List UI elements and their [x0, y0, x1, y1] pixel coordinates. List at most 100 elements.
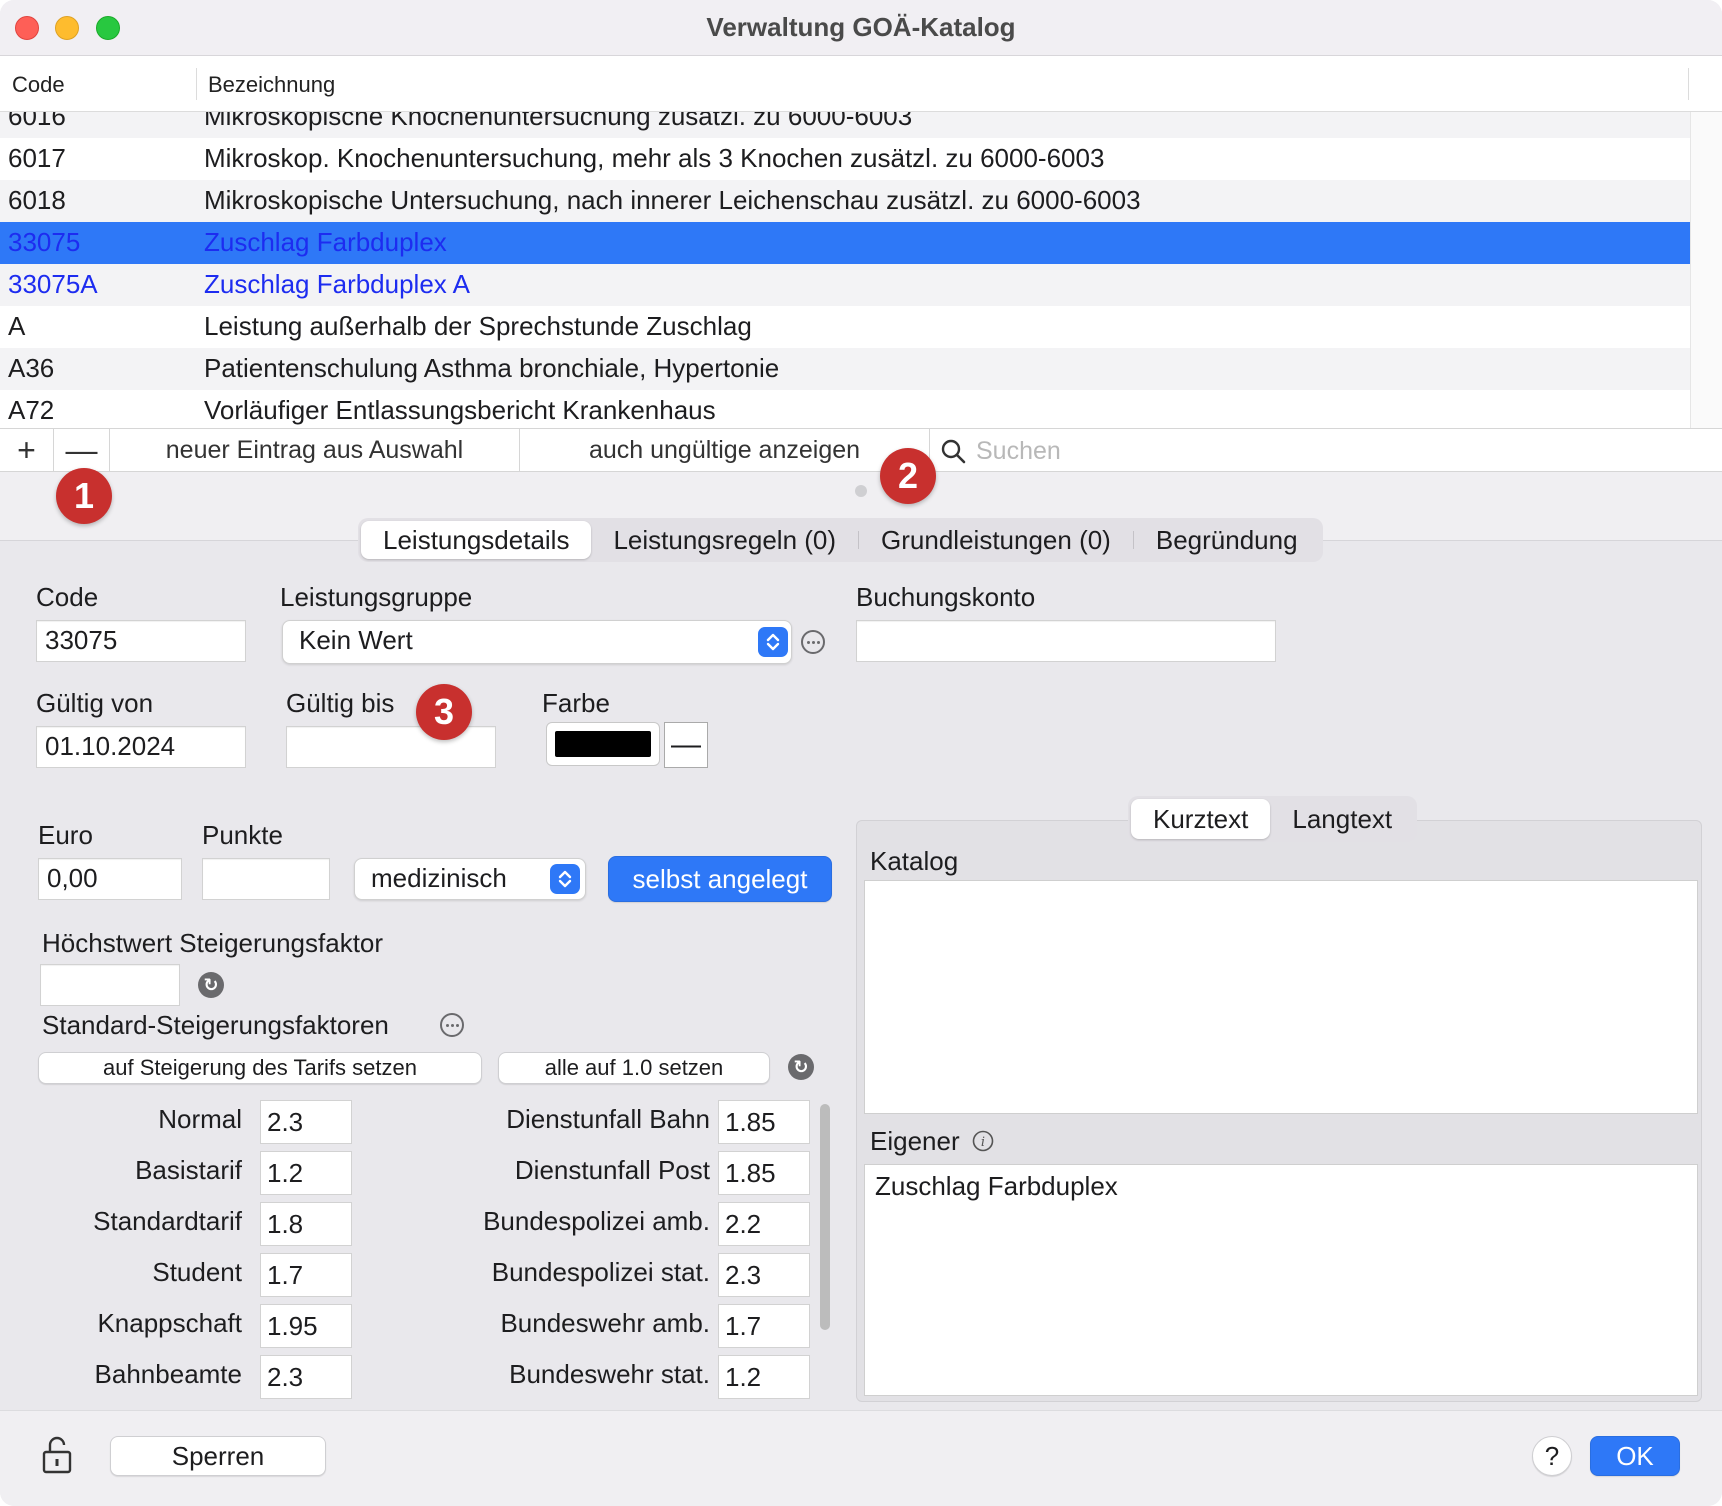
- factor-label: Bundeswehr amb.: [500, 1308, 710, 1338]
- cell-code: 33075A: [8, 269, 98, 299]
- color-well[interactable]: [546, 722, 660, 766]
- set-tariff-factors-button[interactable]: auf Steigerung des Tarifs setzen: [38, 1052, 482, 1084]
- factor-field[interactable]: 1.85: [718, 1100, 810, 1144]
- tab-begruendung[interactable]: Begründung: [1134, 521, 1320, 559]
- leistungsgruppe-select[interactable]: Kein Wert: [282, 620, 792, 664]
- ok-button[interactable]: OK: [1590, 1436, 1680, 1476]
- cell-code: 6017: [8, 143, 66, 173]
- factor-label: Student: [152, 1257, 242, 1287]
- detail-tabs: Leistungsdetails Leistungsregeln (0) Gru…: [358, 518, 1323, 562]
- factor-field[interactable]: 1.85: [718, 1151, 810, 1195]
- leistungsart-value: medizinisch: [371, 863, 507, 893]
- tab-grundleistungen[interactable]: Grundleistungen (0): [859, 521, 1133, 559]
- gueltig-bis-label: Gültig bis: [286, 688, 395, 718]
- leistungsgruppe-value: Kein Wert: [299, 625, 413, 655]
- cell-code: 6018: [8, 185, 66, 215]
- gueltig-von-label: Gültig von: [36, 688, 154, 718]
- selbst-angelegt-button[interactable]: selbst angelegt: [608, 856, 832, 902]
- sperren-button[interactable]: Sperren: [110, 1436, 326, 1476]
- code-label: Code: [36, 582, 99, 612]
- katalog-text-area[interactable]: [864, 880, 1698, 1114]
- factors-scrollbar-thumb[interactable]: [820, 1104, 830, 1330]
- tab-kurztext[interactable]: Kurztext: [1131, 799, 1271, 839]
- farbe-label: Farbe: [542, 688, 610, 718]
- factor-field[interactable]: 2.2: [718, 1202, 810, 1246]
- table-row[interactable]: A36 Patientenschulung Asthma bronchiale, …: [0, 348, 1690, 390]
- factor-field[interactable]: 1.2: [260, 1151, 352, 1195]
- factor-label: Standardtarif: [93, 1206, 242, 1236]
- factor-label: Bundeswehr stat.: [509, 1359, 710, 1389]
- euro-field[interactable]: 0,00: [38, 858, 182, 900]
- table-toolbar: + — neuer Eintrag aus Auswahl auch ungül…: [0, 428, 1722, 472]
- table-row[interactable]: A Leistung außerhalb der Sprechstunde Zus…: [0, 306, 1690, 348]
- tab-langtext[interactable]: Langtext: [1270, 799, 1414, 839]
- new-from-selection-button[interactable]: neuer Eintrag aus Auswahl: [110, 429, 520, 471]
- table-row[interactable]: 6017 Mikroskop. Knochenuntersuchung, mehr…: [0, 138, 1690, 180]
- gueltig-bis-field[interactable]: [286, 726, 496, 768]
- standard-factors-more-icon[interactable]: [440, 1013, 464, 1037]
- cell-code: A36: [8, 353, 55, 383]
- leistungsgruppe-more-icon[interactable]: [801, 630, 825, 654]
- factor-row: Bahnbeamte 2.3 Bundeswehr stat. 1.2: [30, 1355, 840, 1401]
- table-row[interactable]: 33075A Zuschlag Farbduplex A: [0, 264, 1690, 306]
- remove-color-button[interactable]: —: [664, 722, 708, 768]
- gueltig-von-field[interactable]: 01.10.2024: [36, 726, 246, 768]
- add-entry-button[interactable]: +: [0, 429, 54, 471]
- leistungsgruppe-label: Leistungsgruppe: [280, 582, 473, 612]
- table-header: Code Bezeichnung: [0, 56, 1722, 112]
- column-header-code[interactable]: Code: [12, 72, 65, 98]
- factor-label: Bundespolizei stat.: [491, 1257, 710, 1287]
- reset-factors-icon[interactable]: ↻: [788, 1054, 814, 1080]
- cell-bezeichnung: Patientenschulung Asthma bronchiale, Hyp…: [204, 353, 780, 383]
- table-row[interactable]: 6018 Mikroskopische Untersuchung, nach in…: [0, 180, 1690, 222]
- cell-bezeichnung: Mikroskopische Untersuchung, nach innere…: [204, 185, 1141, 215]
- eigener-text-area[interactable]: Zuschlag Farbduplex: [864, 1164, 1698, 1396]
- search-input[interactable]: [976, 433, 1696, 469]
- code-field[interactable]: 33075: [36, 620, 246, 662]
- column-divider: [1688, 68, 1689, 100]
- factor-label: Dienstunfall Bahn: [506, 1104, 710, 1134]
- tab-leistungsdetails[interactable]: Leistungsdetails: [361, 521, 592, 559]
- column-divider[interactable]: [196, 68, 197, 100]
- info-icon[interactable]: i: [972, 1130, 994, 1152]
- search-icon: [941, 439, 966, 464]
- cell-code: 33075: [8, 227, 81, 257]
- factor-field[interactable]: 2.3: [718, 1253, 810, 1297]
- table-row[interactable]: A72 Vorläufiger Entlassungsbericht Kranke…: [0, 390, 1690, 428]
- set-all-one-button[interactable]: alle auf 1.0 setzen: [498, 1052, 770, 1084]
- factor-field[interactable]: 1.7: [718, 1304, 810, 1348]
- factor-row: Knappschaft 1.95 Bundeswehr amb. 1.7: [30, 1304, 840, 1350]
- table-scrollbar[interactable]: [1690, 112, 1722, 428]
- cell-bezeichnung: Mikroskop. Knochenuntersuchung, mehr als…: [204, 143, 1105, 173]
- leistungsgruppe-stepper-icon: [758, 627, 788, 657]
- help-button[interactable]: ?: [1532, 1436, 1572, 1476]
- tab-leistungsregeln[interactable]: Leistungsregeln (0): [591, 521, 858, 559]
- cell-code: A: [8, 311, 26, 341]
- punkte-field[interactable]: [202, 858, 330, 900]
- buchungskonto-field[interactable]: [856, 620, 1276, 662]
- factor-label: Knappschaft: [97, 1308, 242, 1338]
- remove-entry-button[interactable]: —: [54, 429, 110, 471]
- factors-scrollbar[interactable]: [818, 1104, 832, 1404]
- title-bar: Verwaltung GOÄ-Katalog: [0, 0, 1722, 56]
- cell-bezeichnung: Zuschlag Farbduplex A: [204, 269, 470, 299]
- factor-field[interactable]: 2.3: [260, 1355, 352, 1399]
- hoechstwert-field[interactable]: [40, 964, 180, 1006]
- column-header-bezeichnung[interactable]: Bezeichnung: [208, 72, 335, 98]
- katalog-label: Katalog: [870, 846, 959, 876]
- table-row[interactable]: 33075 Zuschlag Farbduplex: [0, 222, 1690, 264]
- split-view-divider-handle[interactable]: [855, 485, 867, 497]
- factor-field[interactable]: 1.2: [718, 1355, 810, 1399]
- factor-label: Bundespolizei amb.: [483, 1206, 710, 1236]
- factor-field[interactable]: 1.95: [260, 1304, 352, 1348]
- factor-label: Normal: [158, 1104, 242, 1134]
- window-title: Verwaltung GOÄ-Katalog: [706, 12, 1016, 42]
- unlock-icon[interactable]: [42, 1436, 72, 1474]
- show-invalid-button[interactable]: auch ungültige anzeigen: [520, 429, 930, 471]
- callout-badge-1: 1: [56, 468, 112, 524]
- euro-label: Euro: [38, 820, 93, 850]
- factor-field[interactable]: 1.7: [260, 1253, 352, 1297]
- factor-field[interactable]: 1.8: [260, 1202, 352, 1246]
- factor-field[interactable]: 2.3: [260, 1100, 352, 1144]
- reset-icon[interactable]: ↻: [198, 972, 224, 998]
